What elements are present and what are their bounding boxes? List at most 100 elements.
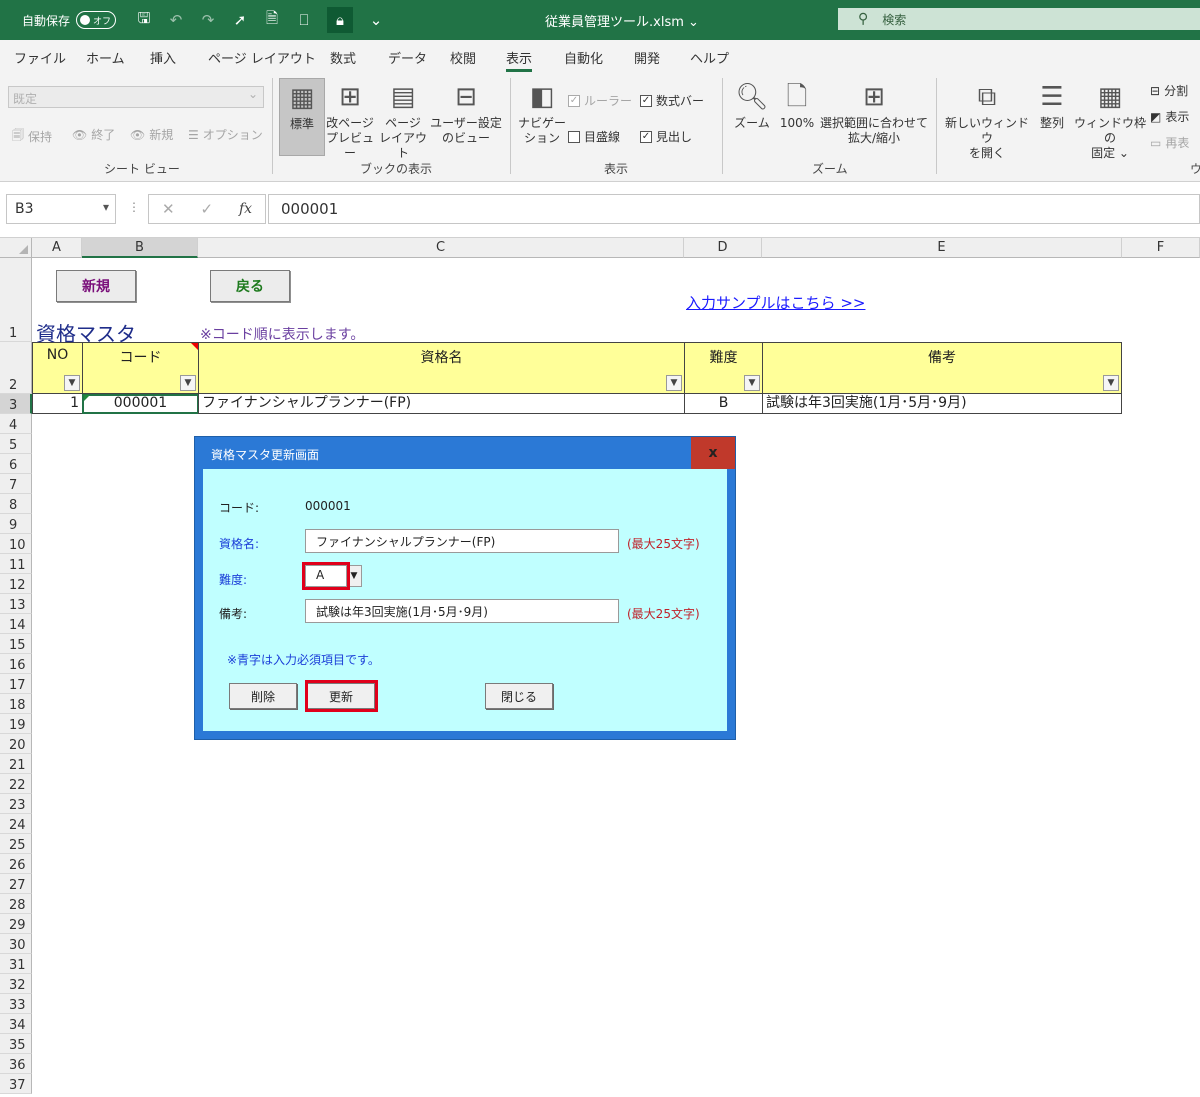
cell-name[interactable]: ファイナンシャルプランナー(FP) (198, 394, 685, 414)
arrange-all-button[interactable]: ☰ 整列 (1032, 82, 1072, 131)
row-header[interactable]: 22 (0, 774, 32, 794)
lock-icon[interactable]: 🔒︎ (327, 7, 353, 33)
zoom-button[interactable]: 🔍︎ ズーム (730, 82, 774, 131)
sheet-view-dropdown[interactable]: 既定 (8, 86, 264, 108)
row-header[interactable]: 33 (0, 994, 32, 1014)
column-header-b[interactable]: B (82, 238, 198, 258)
enter-icon[interactable]: ✓ (200, 200, 213, 218)
formula-input[interactable]: 000001 (268, 194, 1200, 224)
autosave-toggle[interactable]: オフ (76, 11, 117, 29)
row-header[interactable]: 35 (0, 1034, 32, 1054)
unhide-button[interactable]: ▭ 再表 (1150, 134, 1189, 151)
row-header[interactable]: 5 (0, 434, 32, 454)
sheet-view-new[interactable]: 👁 新規 (130, 126, 173, 143)
document-icon[interactable]: 🗎 (263, 8, 281, 33)
row-header[interactable]: 16 (0, 654, 32, 674)
zoom-to-selection-button[interactable]: ⊞ 選択範囲に合わせて 拡大/縮小 (820, 82, 928, 146)
cell-no[interactable]: 1 (32, 394, 83, 414)
row-header[interactable]: 1 (0, 258, 32, 342)
insert-function-icon[interactable]: fx (239, 201, 252, 217)
row-header[interactable]: 32 (0, 974, 32, 994)
textbox-icon[interactable]: ⎕ (295, 11, 313, 29)
ruler-checkbox[interactable]: ✓ ルーラー (568, 92, 632, 109)
row-header[interactable]: 12 (0, 574, 32, 594)
row-header[interactable]: 28 (0, 894, 32, 914)
zoom-100-button[interactable]: 🗋 100% (776, 82, 818, 131)
new-window-button[interactable]: ⧉ 新しいウィンドウ を開く (944, 82, 1030, 161)
row-header[interactable]: 17 (0, 674, 32, 694)
tab-automate[interactable]: 自動化 (564, 48, 603, 67)
tab-formulas[interactable]: 数式 (330, 48, 356, 67)
sheet-view-exit[interactable]: 👁 終了 (72, 126, 115, 143)
filter-dropdown-icon[interactable]: ▼ (64, 375, 80, 391)
tab-view[interactable]: 表示 (506, 48, 533, 72)
column-header-f[interactable]: F (1122, 238, 1200, 258)
row-header[interactable]: 30 (0, 934, 32, 954)
tab-developer[interactable]: 開発 (634, 48, 660, 67)
filter-dropdown-icon[interactable]: ▼ (744, 375, 760, 391)
formula-bar-checkbox[interactable]: ✓ 数式バー (640, 92, 704, 109)
custom-views-button[interactable]: ⊟ ユーザー設定 のビュー (430, 82, 502, 146)
row-header[interactable]: 21 (0, 754, 32, 774)
pointer-icon[interactable]: ➚ (231, 11, 249, 29)
normal-view-button[interactable]: ▦ 標準 (279, 78, 325, 156)
cell-remark[interactable]: 試験は年3回実施(1月･5月･9月) (762, 394, 1122, 414)
gridlines-checkbox[interactable]: 目盛線 (568, 128, 620, 145)
headings-checkbox[interactable]: ✓ 見出し (640, 128, 692, 145)
row-header[interactable]: 14 (0, 614, 32, 634)
sheet-view-options[interactable]: ☰ オプション (188, 126, 263, 143)
column-header-d[interactable]: D (684, 238, 762, 258)
navigation-button[interactable]: ◧ ナビゲー ション (518, 82, 566, 146)
customize-qat-icon[interactable]: ⌄ (367, 11, 385, 29)
row-header[interactable]: 8 (0, 494, 32, 514)
name-input[interactable]: ファイナンシャルプランナー(FP) (305, 529, 619, 553)
page-layout-button[interactable]: ▤ ページ レイアウト (378, 82, 428, 161)
tab-help[interactable]: ヘルプ (690, 48, 729, 67)
sheet-new-button[interactable]: 新規 (56, 270, 136, 302)
tab-insert[interactable]: 挿入 (150, 48, 176, 67)
row-header[interactable]: 2 (0, 342, 32, 394)
filter-dropdown-icon[interactable]: ▼ (666, 375, 682, 391)
cell-level[interactable]: B (684, 394, 763, 414)
tab-home[interactable]: ホーム (86, 48, 125, 67)
column-header-e[interactable]: E (762, 238, 1122, 258)
delete-button[interactable]: 削除 (229, 683, 297, 709)
dialog-title[interactable]: 資格マスタ更新画面 (195, 437, 735, 469)
row-header[interactable]: 36 (0, 1054, 32, 1074)
freeze-panes-button[interactable]: ▦ ウィンドウ枠の 固定 ⌄ (1074, 82, 1146, 161)
row-header[interactable]: 34 (0, 1014, 32, 1034)
row-header[interactable]: 11 (0, 554, 32, 574)
row-header[interactable]: 25 (0, 834, 32, 854)
page-break-preview-button[interactable]: ⊞ 改ページ プレビュー (326, 82, 374, 161)
row-header[interactable]: 26 (0, 854, 32, 874)
dialog-close-button[interactable]: x (691, 437, 735, 469)
row-header[interactable]: 31 (0, 954, 32, 974)
row-header[interactable]: 20 (0, 734, 32, 754)
select-all-corner[interactable] (0, 238, 32, 258)
save-icon[interactable]: 🖫 (135, 8, 153, 33)
row-header[interactable]: 6 (0, 454, 32, 474)
row-header[interactable]: 23 (0, 794, 32, 814)
row-header[interactable]: 18 (0, 694, 32, 714)
name-box[interactable]: B3 (6, 194, 116, 224)
split-button[interactable]: ⊟ 分割 (1150, 82, 1188, 99)
sheet-back-button[interactable]: 戻る (210, 270, 290, 302)
row-header[interactable]: 19 (0, 714, 32, 734)
column-header-a[interactable]: A (32, 238, 82, 258)
row-header[interactable]: 37 (0, 1074, 32, 1094)
input-sample-link[interactable]: 入力サンプルはこちら >> (686, 292, 865, 313)
row-header[interactable]: 15 (0, 634, 32, 654)
tab-file[interactable]: ファイル (14, 48, 66, 67)
row-header[interactable]: 7 (0, 474, 32, 494)
remark-input[interactable]: 試験は年3回実施(1月･5月･9月) (305, 599, 619, 623)
undo-icon[interactable]: ↶ (167, 11, 185, 29)
file-name[interactable]: 従業員管理ツール.xlsm ⌄ (545, 0, 699, 40)
row-header[interactable]: 10 (0, 534, 32, 554)
cancel-icon[interactable]: ✕ (162, 200, 175, 218)
search-box[interactable]: ⚲ 検索 (838, 8, 1200, 30)
row-header[interactable]: 9 (0, 514, 32, 534)
formula-bar-splitter-icon[interactable]: ⋮ (128, 200, 140, 214)
tab-page-layout[interactable]: ページ レイアウト (208, 48, 316, 67)
tab-data[interactable]: データ (388, 48, 427, 67)
hide-button[interactable]: ◩ 表示 (1150, 108, 1189, 125)
